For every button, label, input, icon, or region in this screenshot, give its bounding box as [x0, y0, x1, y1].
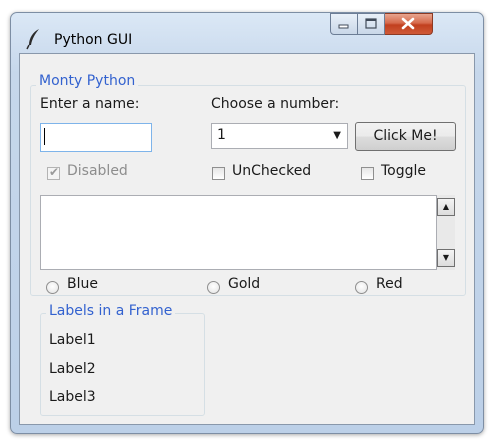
maximize-icon — [365, 18, 377, 29]
arrow-up-icon: ▲ — [442, 202, 450, 211]
window-title: Python GUI — [54, 32, 133, 48]
chevron-down-icon[interactable]: ▼ — [333, 130, 341, 141]
radio-red-label: Red — [376, 276, 403, 292]
labels-frame-title: Labels in a Frame — [46, 303, 176, 319]
checkmark-icon: ✔ — [49, 165, 60, 179]
radio-red[interactable] — [355, 281, 368, 294]
unchecked-checkbox[interactable] — [212, 167, 225, 180]
disabled-checkbox-label: Disabled — [67, 163, 128, 179]
text-caret — [44, 128, 45, 145]
number-combobox[interactable]: 1 ▼ — [211, 123, 348, 149]
click-me-button[interactable]: Click Me! — [355, 122, 456, 151]
scroll-down-button[interactable]: ▼ — [437, 249, 455, 267]
name-input[interactable] — [40, 123, 152, 152]
radio-gold-label: Gold — [228, 276, 261, 292]
label-2: Label2 — [49, 361, 96, 377]
vertical-scrollbar[interactable]: ▲ ▼ — [437, 195, 455, 270]
toggle-checkbox-label: Toggle — [381, 163, 427, 179]
minimize-icon — [338, 24, 349, 29]
monty-python-frame-title: Monty Python — [36, 73, 139, 89]
label-1: Label1 — [49, 332, 96, 348]
feather-icon — [25, 28, 43, 50]
radio-blue-label: Blue — [67, 276, 98, 292]
close-button[interactable] — [385, 13, 433, 35]
toggle-checkbox[interactable] — [361, 167, 374, 180]
number-combobox-value: 1 — [217, 127, 226, 143]
maximize-button[interactable] — [358, 13, 385, 35]
scroll-up-button[interactable]: ▲ — [437, 198, 455, 216]
disabled-checkbox[interactable]: ✔ — [47, 165, 60, 180]
number-label: Choose a number: — [211, 96, 340, 112]
close-icon — [401, 17, 415, 30]
radio-gold[interactable] — [207, 281, 220, 294]
scrolled-text[interactable] — [40, 195, 437, 270]
arrow-down-icon: ▼ — [442, 253, 450, 262]
name-label: Enter a name: — [40, 96, 140, 112]
minimize-button[interactable] — [330, 13, 358, 35]
app-window: Python GUI Monty Python Enter a name: Ch… — [10, 12, 484, 434]
unchecked-checkbox-label: UnChecked — [232, 163, 312, 179]
client-area: Monty Python Enter a name: Choose a numb… — [19, 53, 475, 425]
radio-blue[interactable] — [46, 281, 59, 294]
label-3: Label3 — [49, 389, 96, 405]
